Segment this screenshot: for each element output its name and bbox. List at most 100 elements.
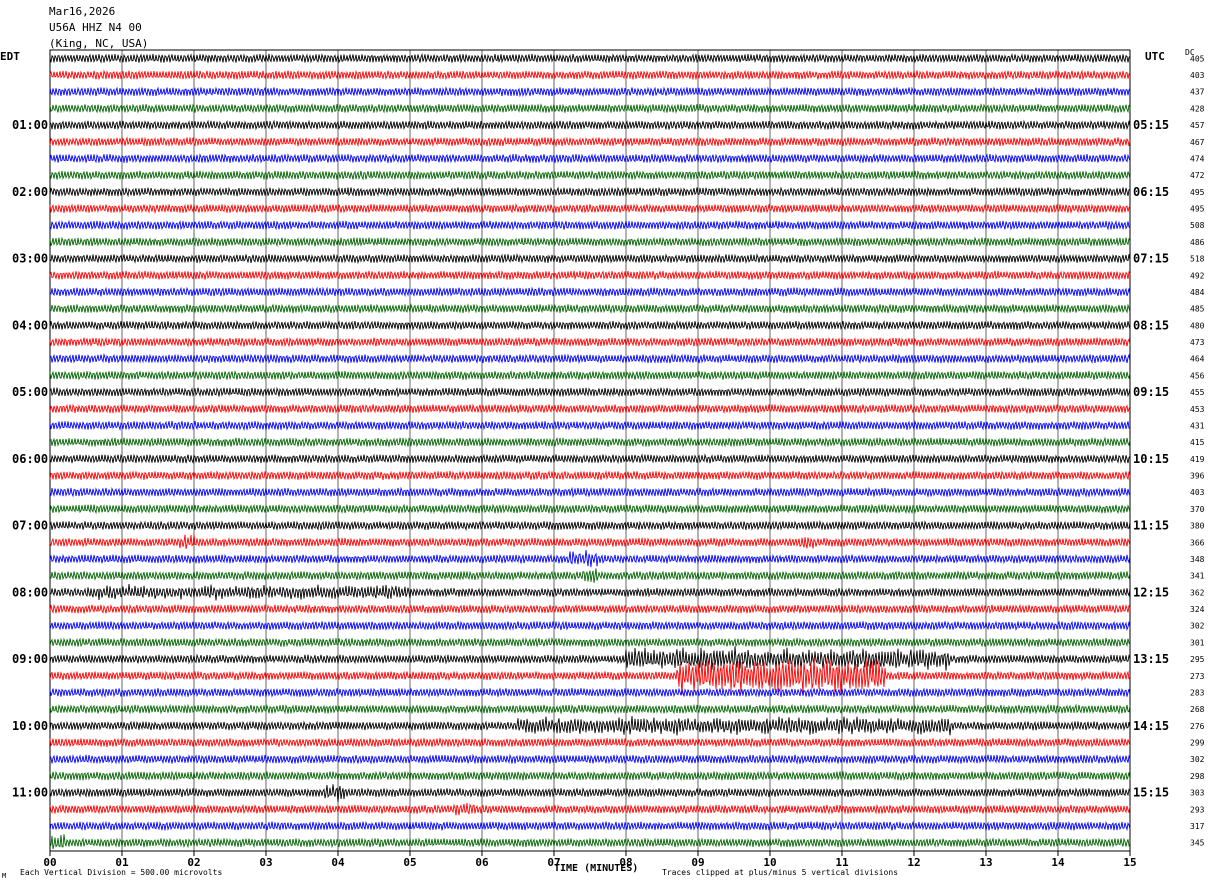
seismic-trace-row bbox=[49, 470, 1131, 481]
dc-offset-label: 268 bbox=[1190, 705, 1205, 714]
right-hour-label: 09:15 bbox=[1133, 385, 1169, 399]
left-hour-label: 04:00 bbox=[12, 318, 48, 332]
x-tick-label: 13 bbox=[979, 856, 992, 869]
left-hour-label: 05:00 bbox=[12, 385, 48, 399]
seismic-trace-row bbox=[49, 568, 1131, 583]
dc-offset-label: 456 bbox=[1190, 371, 1205, 380]
seismic-trace-row bbox=[49, 136, 1131, 148]
dc-offset-label: 405 bbox=[1190, 54, 1205, 63]
dc-offset-label: 455 bbox=[1190, 388, 1205, 397]
dc-offset-label: 302 bbox=[1190, 622, 1205, 631]
dc-offset-label: 480 bbox=[1190, 321, 1205, 330]
dc-offset-label: 301 bbox=[1190, 638, 1205, 647]
dc-offset-label: 474 bbox=[1190, 154, 1205, 163]
seismic-trace-row bbox=[49, 386, 1131, 398]
seismic-trace-row bbox=[49, 236, 1131, 248]
left-hour-label: 01:00 bbox=[12, 118, 48, 132]
seismic-trace-row bbox=[49, 753, 1131, 765]
seismic-trace-row bbox=[49, 269, 1131, 281]
right-hour-label: 08:15 bbox=[1133, 318, 1169, 332]
left-hour-label: 02:00 bbox=[12, 185, 48, 199]
dc-offset-label: 273 bbox=[1190, 672, 1205, 681]
dc-offset-label: 472 bbox=[1190, 171, 1205, 180]
dc-offset-label: 283 bbox=[1190, 688, 1205, 697]
left-hour-label: 06:00 bbox=[12, 452, 48, 466]
dc-offset-label: 495 bbox=[1190, 205, 1205, 214]
right-hour-label: 14:15 bbox=[1133, 719, 1169, 733]
seismic-trace-row bbox=[49, 403, 1131, 415]
x-tick-label: 03 bbox=[259, 856, 272, 869]
seismic-trace-row bbox=[49, 119, 1131, 131]
dc-offset-label: 276 bbox=[1190, 722, 1205, 731]
seismic-trace-row bbox=[49, 770, 1131, 782]
seismic-trace-row bbox=[49, 549, 1131, 568]
plot-frame bbox=[49, 49, 1131, 852]
dc-offset-label: 484 bbox=[1190, 288, 1205, 297]
dc-offset-label: 473 bbox=[1190, 338, 1205, 347]
seismic-trace-row bbox=[49, 253, 1131, 265]
right-hour-label: 13:15 bbox=[1133, 652, 1169, 666]
seismic-trace-row bbox=[49, 52, 1131, 64]
dc-offset-label: 518 bbox=[1190, 255, 1205, 264]
seismic-trace-row bbox=[49, 687, 1131, 698]
dc-offset-label: 298 bbox=[1190, 772, 1205, 781]
dc-offset-label: 428 bbox=[1190, 104, 1205, 113]
left-hour-label: 10:00 bbox=[12, 719, 48, 733]
seismic-trace-row bbox=[49, 453, 1131, 465]
seismic-trace-row bbox=[49, 203, 1131, 215]
dc-offset-label: 486 bbox=[1190, 238, 1205, 247]
x-tick-label: 14 bbox=[1051, 856, 1065, 869]
x-tick-label: 15 bbox=[1123, 856, 1136, 869]
seismic-trace-row bbox=[49, 336, 1131, 348]
dc-offset-label: 457 bbox=[1190, 121, 1205, 130]
x-tick-label: 05 bbox=[403, 856, 416, 869]
seismic-trace-row bbox=[49, 86, 1131, 98]
dc-offset-label: 299 bbox=[1190, 739, 1205, 748]
seismic-trace-row bbox=[49, 715, 1131, 736]
dc-offset-label: 302 bbox=[1190, 755, 1205, 764]
seismic-trace-row bbox=[49, 703, 1131, 715]
right-hour-label: 10:15 bbox=[1133, 452, 1169, 466]
left-hour-label: 03:00 bbox=[12, 252, 48, 266]
helicorder-chart: 00 01 02 03 04 05 06 07 08 09 10 11 12 13 14 1540540343… bbox=[12, 49, 1205, 869]
seismic-trace-row bbox=[49, 152, 1131, 164]
left-hour-label: 09:00 bbox=[12, 652, 48, 666]
dc-offset-label: 403 bbox=[1190, 488, 1205, 497]
right-hour-label: 07:15 bbox=[1133, 252, 1169, 266]
dc-offset-label: 345 bbox=[1190, 839, 1205, 848]
x-tick-label: 12 bbox=[907, 856, 920, 869]
seismic-trace-row bbox=[49, 186, 1131, 198]
dc-offset-label: 341 bbox=[1190, 572, 1205, 581]
right-hour-label: 11:15 bbox=[1133, 519, 1169, 533]
x-tick-label: 04 bbox=[331, 856, 345, 869]
seismic-trace-row bbox=[49, 102, 1131, 114]
dc-offset-label: 495 bbox=[1190, 188, 1205, 197]
dc-offset-label: 396 bbox=[1190, 472, 1205, 481]
dc-offset-label: 464 bbox=[1190, 355, 1205, 364]
clip-note: Traces clipped at plus/minus 5 vertical … bbox=[662, 868, 899, 877]
dc-offset-label: 492 bbox=[1190, 271, 1205, 280]
dc-offset-label: 370 bbox=[1190, 505, 1205, 514]
dc-offset-label: 419 bbox=[1190, 455, 1205, 464]
seismic-trace-row bbox=[49, 436, 1131, 448]
seismic-trace-row bbox=[49, 420, 1131, 432]
left-hour-label: 08:00 bbox=[12, 585, 48, 599]
seismic-trace-row bbox=[49, 353, 1131, 365]
dc-offset-label: 431 bbox=[1190, 421, 1205, 430]
seismic-trace-row bbox=[49, 520, 1131, 532]
dc-offset-label: 348 bbox=[1190, 555, 1205, 564]
seismic-trace-row bbox=[49, 320, 1131, 331]
seismic-trace-row bbox=[49, 603, 1131, 615]
seismic-trace-row bbox=[49, 737, 1131, 748]
dc-offset-label: 324 bbox=[1190, 605, 1205, 614]
seismic-trace-row bbox=[49, 169, 1131, 181]
dc-offset-label: 303 bbox=[1190, 789, 1205, 798]
x-axis-title: TIME (MINUTES) bbox=[554, 863, 639, 874]
dc-offset-label: 467 bbox=[1190, 138, 1205, 147]
seismic-trace-row bbox=[49, 69, 1131, 81]
dc-offset-label: 453 bbox=[1190, 405, 1205, 414]
seismic-trace-row bbox=[49, 803, 1131, 816]
dc-offset-label: 485 bbox=[1190, 305, 1205, 314]
dc-offset-label: 380 bbox=[1190, 522, 1205, 531]
right-hour-label: 05:15 bbox=[1133, 118, 1169, 132]
